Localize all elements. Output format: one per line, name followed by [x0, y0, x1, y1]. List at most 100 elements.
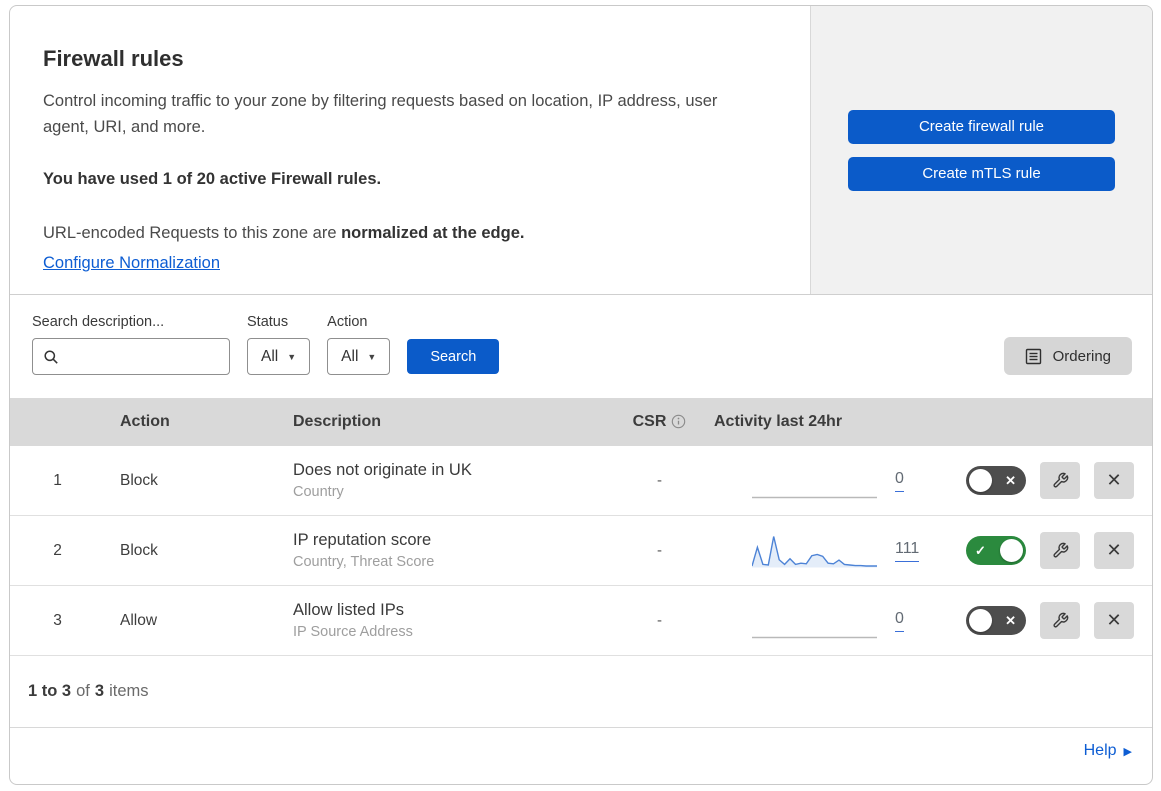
cta-panel: Create firewall rule Create mTLS rule — [811, 6, 1152, 294]
rule-action: Block — [120, 541, 158, 559]
rule-enabled-toggle[interactable]: ✓ ✕ — [966, 466, 1026, 495]
rule-action: Block — [120, 471, 158, 489]
rule-csr: - — [657, 542, 662, 559]
search-label: Search description... — [32, 314, 165, 330]
close-icon: ✕ — [1106, 470, 1122, 490]
help-link[interactable]: Help ▶ — [1084, 742, 1132, 760]
action-filter-group: Action All ▼ — [327, 314, 391, 375]
rule-description: IP reputation score — [293, 531, 432, 549]
toggle-x-icon: ✕ — [1005, 612, 1016, 628]
activity-sparkline — [752, 535, 877, 567]
delete-rule-button[interactable]: ✕ — [1094, 462, 1134, 499]
action-select[interactable]: All ▼ — [327, 338, 391, 375]
info-icon[interactable] — [671, 414, 686, 429]
toggle-knob — [1000, 539, 1023, 562]
activity-sparkline — [752, 496, 877, 498]
chevron-down-icon: ▼ — [287, 351, 297, 362]
rule-priority: 1 — [53, 471, 62, 489]
close-icon: ✕ — [1106, 540, 1122, 560]
toggle-x-icon: ✕ — [1005, 472, 1016, 488]
search-input[interactable] — [66, 348, 219, 365]
rule-enabled-toggle[interactable]: ✓ ✕ — [966, 536, 1026, 565]
edit-rule-button[interactable] — [1040, 602, 1080, 639]
column-header-csr: CSR — [612, 413, 707, 431]
list-document-icon — [1025, 348, 1041, 364]
search-group: Search description... — [32, 314, 230, 375]
rule-controls: ✓ ✕ ✕ — [957, 462, 1152, 499]
rule-priority: 2 — [53, 541, 62, 559]
table-header: Action Description CSR Activity last 24h… — [10, 398, 1152, 446]
create-mtls-rule-button[interactable]: Create mTLS rule — [848, 156, 1115, 191]
intro-panel: Firewall rules Control incoming traffic … — [10, 6, 811, 294]
column-header-description: Description — [293, 413, 382, 430]
rule-description-cell: Does not originate in UK Country — [277, 461, 612, 500]
normalization-bold: normalized at the edge. — [341, 224, 525, 243]
wrench-icon — [1052, 612, 1068, 628]
table-row: 1 Block Does not originate in UK Country… — [10, 446, 1152, 516]
page-title: Firewall rules — [43, 46, 184, 71]
rule-csr: - — [657, 612, 662, 629]
search-button[interactable]: Search — [407, 339, 500, 374]
action-label: Action — [327, 314, 368, 330]
wrench-icon — [1052, 542, 1068, 558]
create-firewall-rule-button[interactable]: Create firewall rule — [848, 109, 1115, 144]
activity-count-link[interactable]: 0 — [895, 470, 904, 492]
rule-activity-cell: 111 — [707, 533, 957, 569]
ordering-button-label: Ordering — [1052, 347, 1111, 365]
usage-notice: You have used 1 of 20 active Firewall ru… — [43, 169, 382, 188]
arrow-right-icon: ▶ — [1123, 745, 1132, 758]
search-icon — [44, 349, 58, 364]
pagination-summary: 1 to 3 of 3 items — [10, 656, 1152, 728]
firewall-rules-page: Firewall rules Control incoming traffic … — [0, 0, 1161, 791]
rule-fields: IP Source Address — [293, 624, 413, 640]
rule-description-cell: Allow listed IPs IP Source Address — [277, 601, 612, 640]
status-select[interactable]: All ▼ — [247, 338, 311, 375]
rule-description: Allow listed IPs — [293, 601, 404, 619]
delete-rule-button[interactable]: ✕ — [1094, 602, 1134, 639]
firewall-rules-card: Firewall rules Control incoming traffic … — [9, 5, 1153, 785]
column-header-action: Action — [120, 413, 170, 430]
rule-controls: ✓ ✕ ✕ — [957, 602, 1152, 639]
search-box — [32, 338, 230, 375]
activity-count-link[interactable]: 0 — [895, 610, 904, 632]
items-total: 3 — [94, 682, 105, 700]
column-header-activity: Activity last 24hr — [714, 413, 843, 430]
action-selected-value: All — [341, 347, 359, 365]
status-filter-group: Status All ▼ — [247, 314, 311, 375]
edit-rule-button[interactable] — [1040, 462, 1080, 499]
status-selected-value: All — [261, 347, 279, 365]
rule-activity-cell: 0 — [707, 603, 957, 639]
header-section: Firewall rules Control incoming traffic … — [10, 6, 1152, 295]
rule-description-cell: IP reputation score Country, Threat Scor… — [277, 531, 612, 570]
edit-rule-button[interactable] — [1040, 532, 1080, 569]
rule-activity-cell: 0 — [707, 463, 957, 499]
toggle-check-icon: ✓ — [975, 542, 986, 558]
activity-count-link[interactable]: 111 — [895, 540, 920, 562]
normalization-text: URL-encoded Requests to this zone are no… — [43, 220, 770, 246]
rule-enabled-toggle[interactable]: ✓ ✕ — [966, 606, 1026, 635]
configure-normalization-link[interactable]: Configure Normalization — [43, 254, 220, 272]
rule-priority: 3 — [53, 611, 62, 629]
table-row: 3 Allow Allow listed IPs IP Source Addre… — [10, 586, 1152, 656]
page-description: Control incoming traffic to your zone by… — [43, 92, 718, 137]
rule-description: Does not originate in UK — [293, 461, 472, 479]
ordering-button[interactable]: Ordering — [1003, 337, 1132, 375]
filter-bar: Search description... Status All ▼ Actio… — [10, 295, 1152, 398]
help-bar: Help ▶ — [10, 728, 1152, 774]
csr-label: CSR — [632, 413, 667, 430]
wrench-icon — [1052, 472, 1068, 488]
rule-controls: ✓ ✕ ✕ — [957, 532, 1152, 569]
close-icon: ✕ — [1106, 610, 1122, 630]
help-link-label: Help — [1083, 742, 1117, 759]
items-of: of — [76, 682, 90, 700]
status-label: Status — [247, 314, 289, 330]
activity-sparkline — [752, 636, 877, 638]
table-row: 2 Block IP reputation score Country, Thr… — [10, 516, 1152, 586]
items-range: 1 to 3 — [28, 682, 72, 700]
delete-rule-button[interactable]: ✕ — [1094, 532, 1134, 569]
toggle-knob — [969, 469, 992, 492]
rule-fields: Country — [293, 484, 344, 500]
rule-fields: Country, Threat Score — [293, 554, 435, 570]
rule-action: Allow — [120, 611, 158, 629]
toggle-knob — [969, 609, 992, 632]
